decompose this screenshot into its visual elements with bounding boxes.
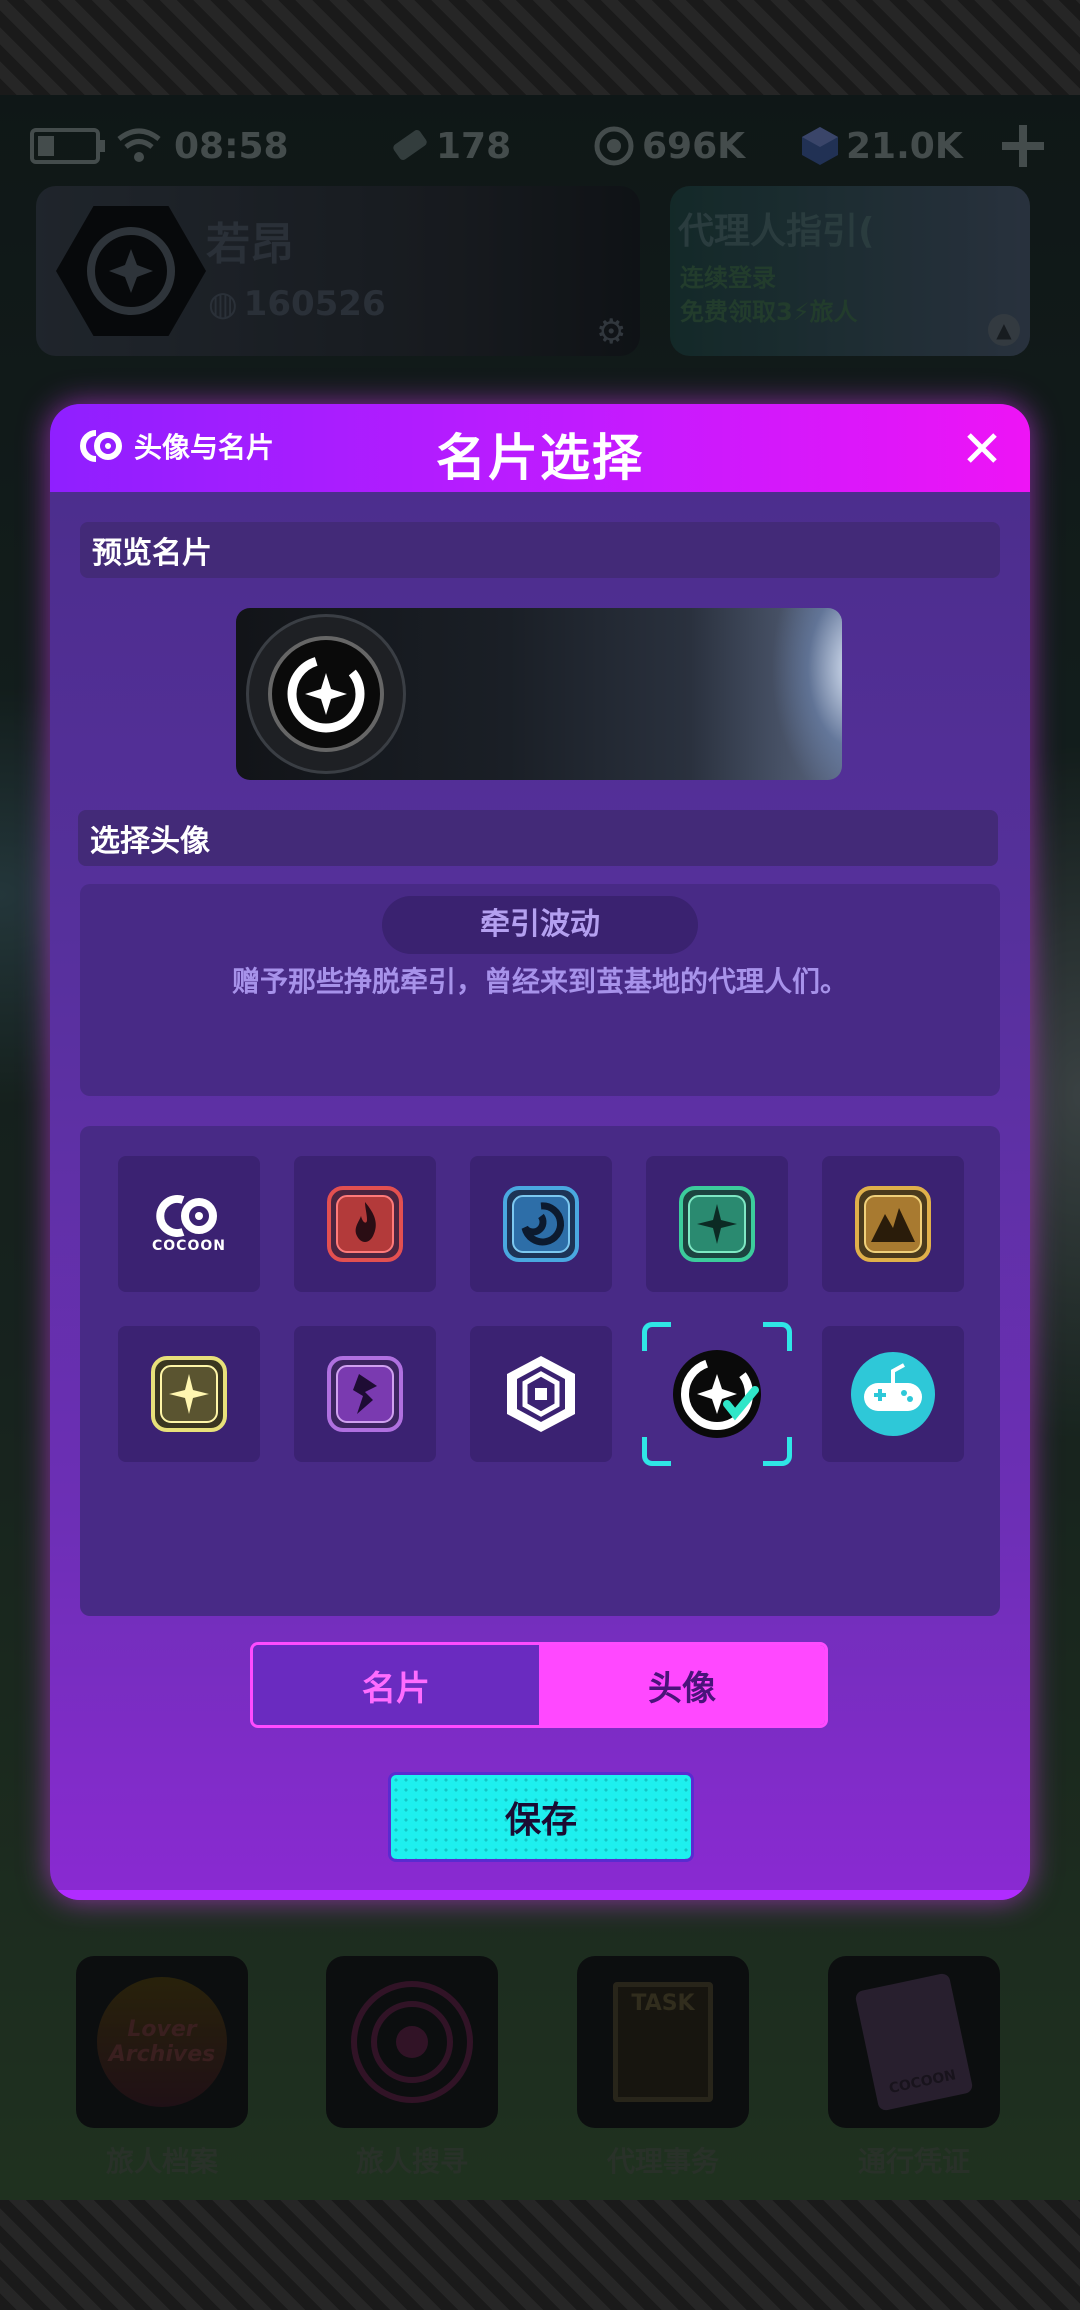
avatar-option-cocoon[interactable]: COCOON xyxy=(118,1156,260,1292)
preview-section-header: 预览名片 xyxy=(80,522,1000,578)
modal-title: 名片选择 xyxy=(436,429,644,487)
traction-wave-icon xyxy=(287,655,365,733)
avatar-option-blue-swirl[interactable] xyxy=(470,1156,612,1292)
traction-wave-icon xyxy=(673,1350,761,1438)
tab-namecard[interactable]: 名片 xyxy=(253,1645,539,1725)
selected-avatar-name: 牵引波动 xyxy=(382,896,698,954)
preview-namecard xyxy=(236,608,842,780)
avatar-option-red-flame[interactable] xyxy=(294,1156,436,1292)
avatar-option-yellow-star[interactable] xyxy=(118,1326,260,1462)
selection-bracket xyxy=(642,1322,671,1351)
cocoon-logo-icon xyxy=(156,1195,217,1237)
avatar-option-traction-wave[interactable] xyxy=(642,1322,792,1466)
tab-avatar[interactable]: 头像 xyxy=(539,1645,825,1725)
card-selection-modal: 头像与名片 名片选择 预览名片 选择头像 牵引波动 赠予那些挣脱牵引，曾经来到茧… xyxy=(50,404,1030,1900)
top-frame xyxy=(0,0,1080,95)
select-avatar-section-header: 选择头像 xyxy=(78,810,998,866)
close-icon xyxy=(967,433,997,463)
card-avatar-toggle: 名片 头像 xyxy=(250,1642,828,1728)
selection-bracket xyxy=(763,1437,792,1466)
save-button[interactable]: 保存 xyxy=(388,1772,694,1862)
swirl-icon xyxy=(503,1186,579,1262)
shuriken-icon xyxy=(679,1186,755,1262)
preview-avatar xyxy=(246,614,406,774)
hex-emblem-icon xyxy=(507,1356,575,1432)
cocoon-avatar-text: COCOON xyxy=(152,1238,226,1254)
bottom-frame xyxy=(0,2200,1080,2310)
blade-icon xyxy=(327,1356,403,1432)
avatar-option-green-shuriken[interactable] xyxy=(646,1156,788,1292)
star-icon xyxy=(151,1356,227,1432)
close-button[interactable] xyxy=(954,420,1010,476)
selection-bracket xyxy=(642,1437,671,1466)
selected-avatar-description: 赠予那些挣脱牵引，曾经来到茧基地的代理人们。 xyxy=(231,965,848,998)
avatar-option-gold-mountain[interactable] xyxy=(822,1156,964,1292)
gamepad-icon xyxy=(851,1352,935,1436)
avatar-grid: COCOON xyxy=(80,1126,1000,1616)
flame-icon xyxy=(327,1186,403,1262)
modal-header: 头像与名片 名片选择 xyxy=(50,404,1030,492)
modal-bottom-edge xyxy=(50,1890,1030,1900)
selection-bracket xyxy=(763,1322,792,1351)
mountain-icon xyxy=(855,1186,931,1262)
avatar-option-hex-emblem[interactable] xyxy=(470,1326,612,1462)
avatar-option-violet-blade[interactable] xyxy=(294,1326,436,1462)
avatar-option-gamepad[interactable] xyxy=(822,1326,964,1462)
avatar-description-box: 牵引波动 赠予那些挣脱牵引，曾经来到茧基地的代理人们。 xyxy=(80,884,1000,1096)
